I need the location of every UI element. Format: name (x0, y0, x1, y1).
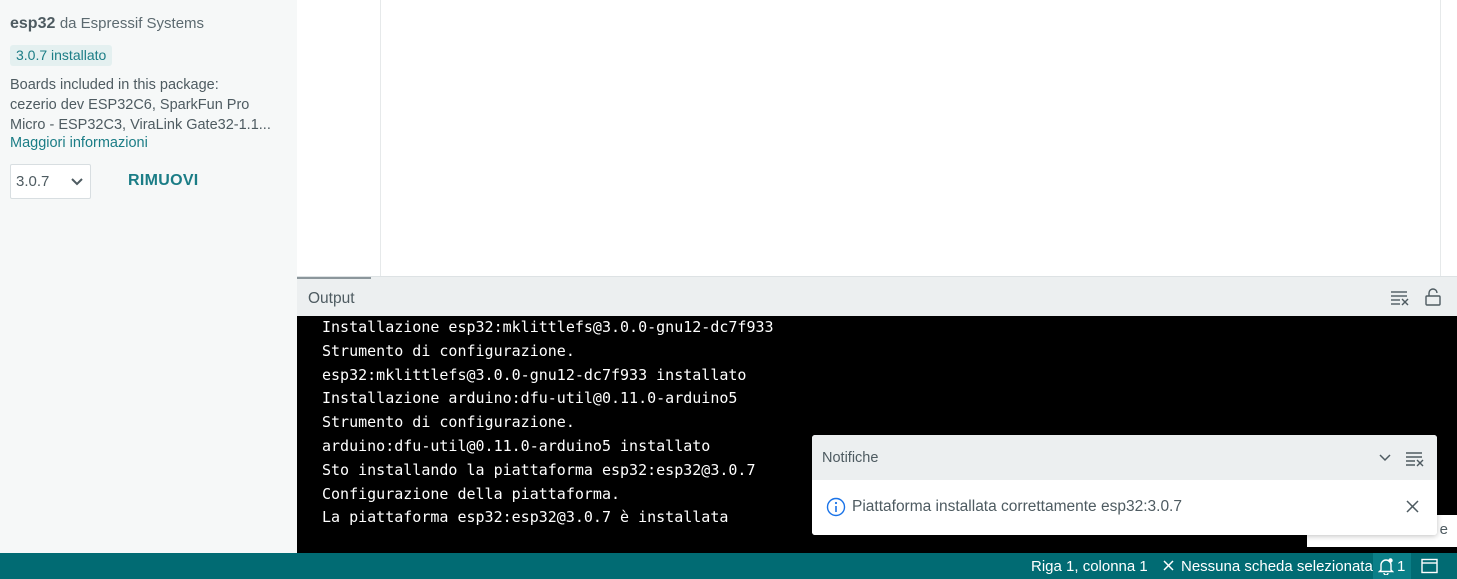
console-line: esp32:mklittlefs@3.0.0-gnu12-dc7f933 ins… (322, 365, 747, 384)
unlock-icon[interactable] (1423, 288, 1443, 306)
package-title: esp32 da Espressif Systems (10, 15, 204, 33)
chevron-down-icon[interactable] (1378, 452, 1392, 464)
console-text: Installazione esp32:mklittlefs@3.0.0-gnu… (322, 316, 774, 530)
notification-item: Piattaforma installata correttamente esp… (812, 480, 1437, 535)
close-icon[interactable] (1406, 500, 1419, 513)
package-author: da Espressif Systems (59, 15, 205, 32)
description-line: Boards included in this package: (10, 77, 219, 93)
package-description: Boards included in this package: cezerio… (10, 75, 290, 135)
code-editor[interactable] (297, 0, 1457, 276)
output-panel-header: Output (297, 276, 1457, 316)
console-line: Configurazione della piattaforma. (322, 484, 621, 503)
notification-message: Piattaforma installata correttamente esp… (852, 498, 1182, 515)
status-bar: Riga 1, colonna 1 Nessuna scheda selezio… (0, 553, 1457, 579)
console-line: arduino:dfu-util@0.11.0-arduino5 install… (322, 436, 711, 455)
info-icon (826, 497, 846, 517)
chevron-down-icon (71, 178, 83, 186)
version-select-value: 3.0.7 (16, 173, 50, 190)
clear-all-notifications-icon[interactable] (1405, 449, 1425, 467)
console-line: Installazione esp32:mklittlefs@3.0.0-gnu… (322, 318, 774, 336)
console-line: Sto installando la piattaforma esp32:esp… (322, 460, 756, 479)
toggle-panel-icon[interactable] (1421, 558, 1438, 574)
tab-output-label: Output (308, 290, 355, 307)
bell-icon (1378, 558, 1394, 575)
no-board-icon (1163, 560, 1174, 571)
arduino-ide-window: esp32 da Espressif Systems 3.0.7 install… (0, 0, 1457, 579)
notification-title: Notifiche (822, 450, 879, 466)
console-line: Strumento di configurazione. (322, 341, 575, 360)
description-line: Micro - ESP32C3, ViraLink Gate32-1.1... (10, 117, 271, 133)
boards-manager-sidebar: esp32 da Espressif Systems 3.0.7 install… (0, 0, 297, 553)
package-name: esp32 (10, 15, 56, 32)
editor-gutter-divider (380, 0, 381, 276)
version-select[interactable]: 3.0.7 (10, 164, 91, 199)
notifications-button[interactable]: 1 (1373, 553, 1411, 579)
notification-center: Notifiche Piattaforma installata corrett… (812, 435, 1437, 535)
board-status[interactable]: Nessuna scheda selezionata (1181, 558, 1373, 575)
clear-output-icon[interactable] (1390, 288, 1410, 306)
description-line: cezerio dev ESP32C6, SparkFun Pro (10, 97, 250, 113)
cursor-position[interactable]: Riga 1, colonna 1 (1031, 558, 1148, 575)
tab-output[interactable]: Output (297, 277, 371, 316)
console-line: Strumento di configurazione. (322, 413, 575, 432)
notification-count: 1 (1397, 558, 1406, 575)
installed-version-badge: 3.0.7 installato (10, 45, 113, 66)
console-line: Installazione arduino:dfu-util@0.11.0-ar… (322, 389, 738, 408)
notification-header: Notifiche (812, 435, 1437, 480)
remove-button[interactable]: RIMUOVI (128, 172, 199, 190)
console-line: La piattaforma esp32:esp32@3.0.7 è insta… (322, 508, 729, 527)
editor-minimap-divider (1440, 0, 1441, 276)
more-info-link[interactable]: Maggiori informazioni (10, 135, 148, 151)
tooltip-text: e (1439, 521, 1448, 538)
